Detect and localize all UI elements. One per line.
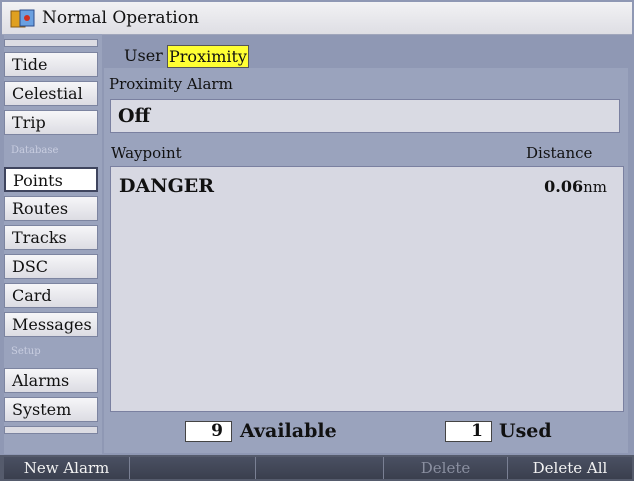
delete-all-button[interactable]: Delete All (508, 457, 632, 479)
sidebar-item-system[interactable]: System (4, 397, 98, 422)
sidebar-item-card[interactable]: Card (4, 283, 98, 308)
sidebar-item-routes[interactable]: Routes (4, 196, 98, 221)
sidebar-item-points[interactable]: Points (4, 167, 98, 192)
new-alarm-button[interactable]: New Alarm (4, 457, 130, 479)
sidebar-item-tide[interactable]: Tide (4, 52, 98, 77)
sidebar-section-database: Database (11, 145, 59, 156)
waypoint-name: DANGER (119, 175, 215, 197)
used-count: 1 (445, 421, 492, 442)
tab-user[interactable]: User (124, 46, 163, 65)
sidebar-item-alarms[interactable]: Alarms (4, 368, 98, 393)
sidebar-item-celestial[interactable]: Celestial (4, 81, 98, 106)
title-bar: Normal Operation (2, 2, 632, 35)
waypoint-distance: 0.06nm (544, 177, 607, 196)
available-label: Available (240, 420, 337, 442)
softkey-bar: New Alarm Delete Delete All (0, 455, 634, 481)
delete-button[interactable]: Delete (384, 457, 508, 479)
sidebar-item-trip[interactable]: Trip (4, 110, 98, 135)
proximity-alarm-label: Proximity Alarm (109, 75, 233, 93)
proximity-alarm-field[interactable]: Off (110, 99, 620, 133)
softkey-3[interactable] (256, 457, 384, 479)
chart-plotter-icon (10, 9, 35, 28)
tab-proximity[interactable]: Proximity (167, 45, 249, 68)
used-label: Used (499, 420, 552, 442)
distance-column-header: Distance (526, 144, 593, 162)
available-count: 9 (185, 421, 232, 442)
distance-unit: nm (583, 178, 607, 196)
page-title: Normal Operation (42, 8, 199, 28)
sidebar-item-tracks[interactable]: Tracks (4, 225, 98, 250)
sidebar-section-setup: Setup (11, 346, 41, 357)
device-screen: Normal Operation Tide Celestial Trip Dat… (0, 0, 634, 481)
waypoint-column-header: Waypoint (111, 144, 182, 162)
waypoint-list: DANGER 0.06nm (110, 166, 624, 412)
sidebar-scroll-bottom (4, 426, 98, 434)
distance-value: 0.06 (544, 177, 584, 196)
sidebar-item-dsc[interactable]: DSC (4, 254, 98, 279)
sidebar-scroll-top (4, 39, 98, 47)
softkey-2[interactable] (130, 457, 256, 479)
sidebar-item-messages[interactable]: Messages (4, 312, 98, 337)
